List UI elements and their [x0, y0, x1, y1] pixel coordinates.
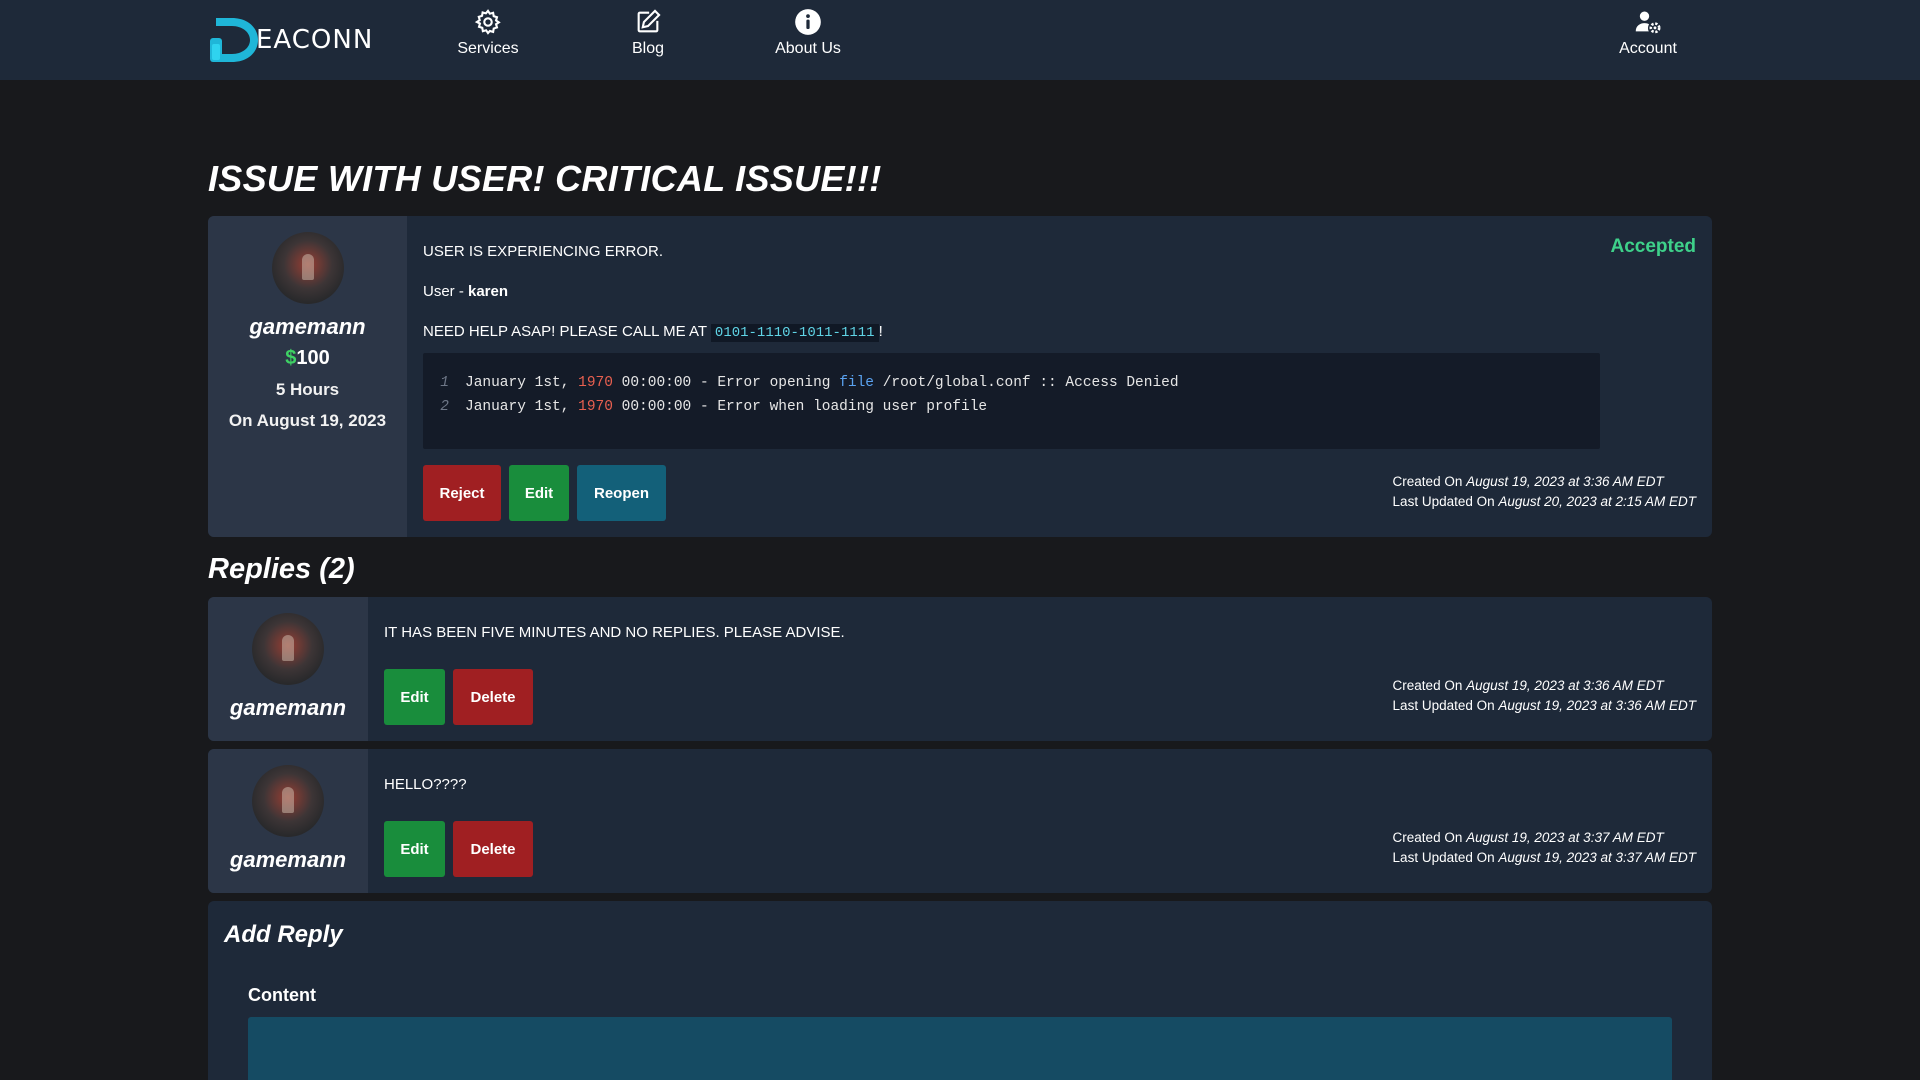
- info-icon: [795, 9, 821, 35]
- author-username[interactable]: gamemann: [249, 314, 365, 340]
- reply-username[interactable]: gamemann: [230, 695, 346, 721]
- reply-card: gamemann HELLO???? Edit Delete Created O…: [208, 749, 1712, 893]
- last-updated-on: Last Updated On August 20, 2023 at 2:15 …: [1393, 492, 1696, 512]
- updated-label: Last Updated On: [1392, 698, 1499, 713]
- nav-account[interactable]: Account: [1612, 8, 1684, 72]
- avatar[interactable]: [252, 613, 324, 685]
- ticket-description: USER IS EXPERIENCING ERROR.: [423, 243, 664, 260]
- created-on: Created On August 19, 2023 at 3:36 AM ED…: [1393, 472, 1696, 492]
- reject-button[interactable]: Reject: [423, 465, 501, 521]
- edit-reply-button[interactable]: Edit: [384, 821, 445, 877]
- add-reply-title: Add Reply: [224, 921, 343, 948]
- delete-reply-button[interactable]: Delete: [453, 669, 533, 725]
- nav-about-label: About Us: [775, 40, 841, 57]
- reply-timestamps: Created On August 19, 2023 at 3:36 AM ED…: [1393, 676, 1696, 716]
- code-text: 00:00:00 - Error opening: [612, 375, 840, 391]
- nav-blog[interactable]: Blog: [612, 8, 684, 72]
- code-text: January 1st,: [465, 399, 579, 415]
- created-on: Created On August 19, 2023 at 3:36 AM ED…: [1393, 676, 1696, 696]
- user-cog-icon: [1635, 11, 1661, 34]
- status-badge: Accepted: [1610, 236, 1696, 257]
- avatar[interactable]: [271, 232, 344, 304]
- replies-heading: Replies (2): [208, 553, 355, 585]
- site-logo[interactable]: EACONN: [208, 14, 398, 66]
- ticket-help-line: NEED HELP ASAP! PLEASE CALL ME AT 0101-1…: [423, 323, 883, 342]
- nav-account-label: Account: [1619, 40, 1677, 57]
- reply-author-panel: gamemann: [208, 749, 368, 893]
- created-value: August 19, 2023 at 3:37 AM EDT: [1466, 830, 1664, 845]
- edit-reply-button[interactable]: Edit: [384, 669, 445, 725]
- add-reply-form: Add Reply Content: [208, 901, 1712, 1080]
- reply-body: HELLO???? Edit Delete Created On August …: [384, 749, 1712, 893]
- ticket-card: gamemann $100 5 Hours On August 19, 2023…: [208, 216, 1712, 537]
- phone-number: 0101-1110-1011-1111: [710, 324, 879, 342]
- author-bounty: $100: [285, 347, 330, 370]
- user-label: User -: [423, 283, 468, 300]
- content-label: Content: [248, 985, 316, 1005]
- navbar: EACONN Services Blog About Us Account: [0, 0, 1920, 80]
- created-label: Created On: [1392, 830, 1467, 845]
- code-line: 1 January 1st, 1970 00:00:00 - Error open…: [423, 375, 1600, 399]
- updated-label: Last Updated On: [1392, 850, 1499, 865]
- reply-username[interactable]: gamemann: [230, 847, 346, 873]
- code-keyword: file: [839, 375, 874, 391]
- nav-services[interactable]: Services: [452, 8, 524, 72]
- ticket-body: Accepted USER IS EXPERIENCING ERROR. Use…: [423, 216, 1712, 537]
- ticket-date: On August 19, 2023: [228, 411, 387, 430]
- line-number: 2: [440, 399, 449, 415]
- avatar[interactable]: [252, 765, 324, 837]
- reply-timestamps: Created On August 19, 2023 at 3:37 AM ED…: [1393, 828, 1696, 868]
- edit-icon: [637, 9, 661, 33]
- code-line: 2 January 1st, 1970 00:00:00 - Error when…: [423, 399, 1600, 423]
- reply-card: gamemann IT HAS BEEN FIVE MINUTES AND NO…: [208, 597, 1712, 741]
- help-suffix: !: [878, 323, 883, 340]
- ticket-author-panel: gamemann $100 5 Hours On August 19, 2023: [208, 216, 407, 537]
- ticket-duration: 5 Hours: [275, 380, 340, 399]
- code-year: 1970: [578, 399, 613, 415]
- code-block: 1 January 1st, 1970 00:00:00 - Error open…: [423, 353, 1600, 449]
- logo-text: EACONN: [256, 25, 374, 55]
- reply-body: IT HAS BEEN FIVE MINUTES AND NO REPLIES.…: [384, 597, 1712, 741]
- gear-icon: [474, 9, 501, 35]
- last-updated-on: Last Updated On August 19, 2023 at 3:36 …: [1393, 696, 1696, 716]
- reopen-button[interactable]: Reopen: [577, 465, 666, 521]
- nav-services-label: Services: [457, 40, 519, 57]
- created-label: Created On: [1392, 474, 1467, 489]
- created-on: Created On August 19, 2023 at 3:37 AM ED…: [1393, 828, 1696, 848]
- edit-ticket-button[interactable]: Edit: [509, 465, 569, 521]
- code-text: January 1st,: [465, 375, 579, 391]
- code-text: /root/global.conf :: Access Denied: [874, 375, 1179, 391]
- code-year: 1970: [578, 375, 613, 391]
- created-label: Created On: [1392, 678, 1467, 693]
- line-number: 1: [440, 375, 449, 391]
- ticket-user-line: User - karen: [423, 283, 508, 300]
- bounty-value: 100: [296, 347, 330, 369]
- nav-blog-label: Blog: [631, 40, 665, 57]
- updated-value: August 19, 2023 at 3:37 AM EDT: [1498, 850, 1696, 865]
- created-value: August 19, 2023 at 3:36 AM EDT: [1466, 474, 1664, 489]
- user-value: karen: [468, 283, 509, 300]
- created-value: August 19, 2023 at 3:36 AM EDT: [1466, 678, 1664, 693]
- currency-symbol: $: [285, 347, 297, 369]
- reply-text: IT HAS BEEN FIVE MINUTES AND NO REPLIES.…: [384, 624, 845, 641]
- page-title: ISSUE WITH USER! CRITICAL ISSUE!!!: [208, 158, 882, 199]
- nav-about-us[interactable]: About Us: [764, 8, 852, 72]
- reply-content-input[interactable]: [248, 1017, 1672, 1080]
- reply-text: HELLO????: [384, 776, 467, 793]
- delete-reply-button[interactable]: Delete: [453, 821, 533, 877]
- last-updated-on: Last Updated On August 19, 2023 at 3:37 …: [1393, 848, 1696, 868]
- updated-label: Last Updated On: [1392, 494, 1499, 509]
- updated-value: August 20, 2023 at 2:15 AM EDT: [1498, 494, 1696, 509]
- code-text: 00:00:00 - Error when loading user profi…: [612, 399, 988, 415]
- reply-author-panel: gamemann: [208, 597, 368, 741]
- logo-d-icon: [210, 18, 258, 62]
- ticket-timestamps: Created On August 19, 2023 at 3:36 AM ED…: [1393, 472, 1696, 512]
- updated-value: August 19, 2023 at 3:36 AM EDT: [1498, 698, 1696, 713]
- help-prefix: NEED HELP ASAP! PLEASE CALL ME AT: [423, 323, 711, 340]
